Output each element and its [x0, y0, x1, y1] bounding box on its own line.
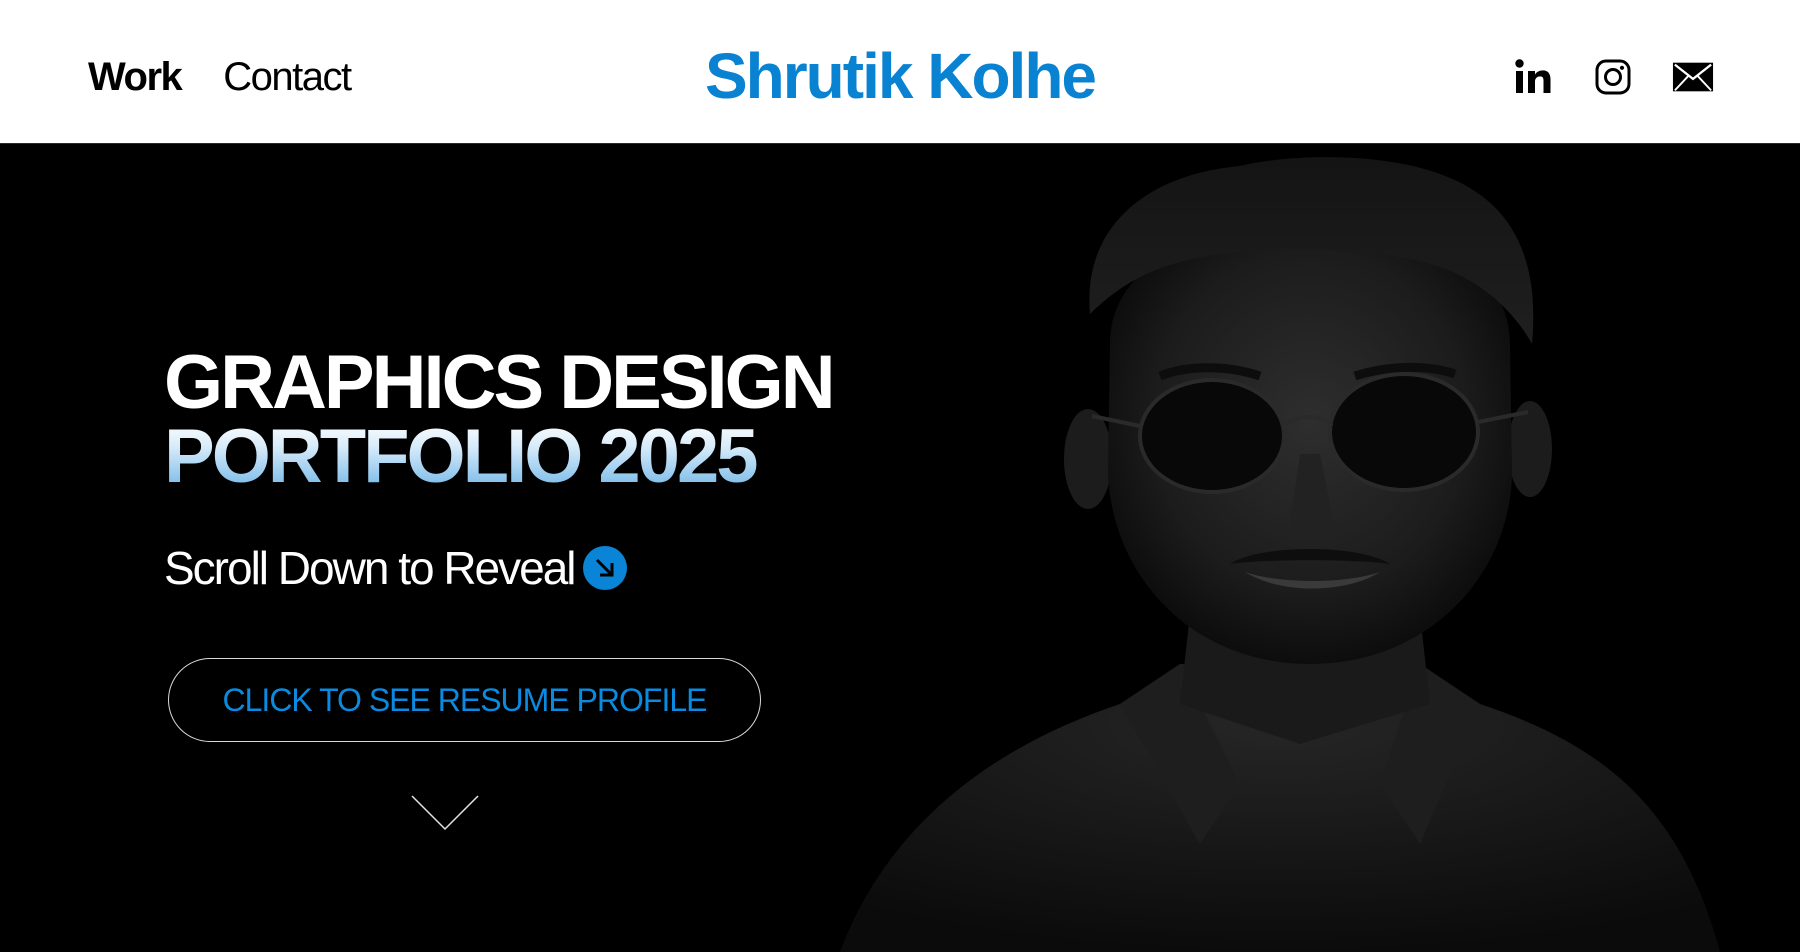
hero-title-line1: GRAPHICS DESIGN [164, 340, 836, 425]
mail-icon[interactable] [1672, 56, 1714, 98]
chevron-down-icon[interactable] [411, 794, 479, 832]
scroll-prompt-text: Scroll Down to Reveal [164, 542, 577, 594]
resume-profile-button-label: CLICK TO SEE RESUME PROFILE [222, 681, 708, 718]
arrow-down-right-icon [582, 546, 627, 590]
hero-title-line2: PORTFOLIO 2025 [164, 419, 833, 495]
brand-name[interactable]: Shrutik Kolhe [705, 40, 1097, 112]
hero-title: GRAPHICS DESIGN PORTFOLIO 2025 [164, 340, 836, 495]
resume-profile-button[interactable]: CLICK TO SEE RESUME PROFILE [168, 658, 761, 742]
scroll-prompt: Scroll Down to Reveal [164, 540, 627, 596]
hero-section: GRAPHICS DESIGN PORTFOLIO 2025 Scroll Do… [0, 144, 1800, 952]
social-links [1512, 56, 1714, 98]
site-header: Work Contact Shrutik Kolhe [0, 0, 1800, 144]
portrait-photo [840, 157, 1720, 952]
instagram-icon[interactable] [1592, 56, 1634, 98]
linkedin-icon[interactable] [1512, 56, 1554, 98]
